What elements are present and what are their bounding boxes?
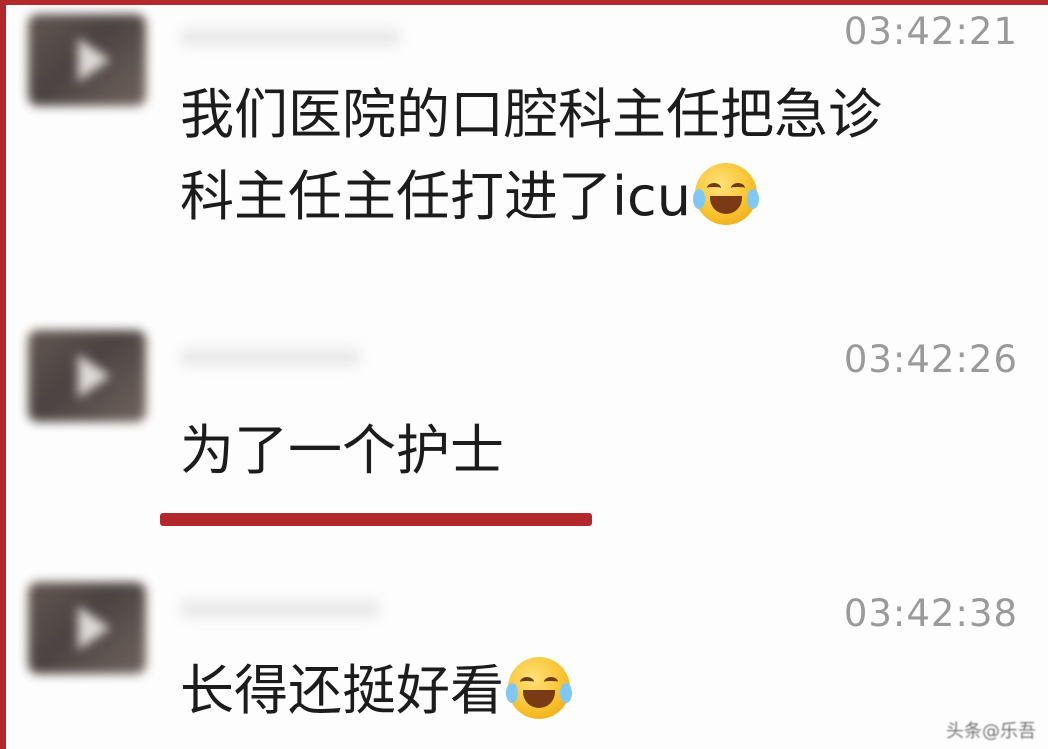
avatar[interactable] xyxy=(28,582,146,674)
avatar[interactable] xyxy=(28,14,146,106)
message-line: 长得还挺好看 xyxy=(180,659,504,722)
message-line: 我们医院的口腔科主任把急诊 xyxy=(180,83,882,146)
message-text[interactable]: 为了一个护士 xyxy=(180,410,504,492)
face-with-tears-of-joy-icon xyxy=(506,657,572,719)
message-timestamp: 03:42:21 xyxy=(843,10,1018,53)
watermark: 头条@乐吾 xyxy=(946,721,1036,742)
sender-name-blurred xyxy=(180,28,400,46)
sender-name-blurred xyxy=(180,600,380,618)
message-line: 科主任主任打进了icu xyxy=(180,165,691,228)
message-timestamp: 03:42:38 xyxy=(843,592,1018,635)
highlight-underline xyxy=(160,513,592,526)
face-with-tears-of-joy-icon xyxy=(692,163,759,225)
sender-name-blurred xyxy=(180,348,360,366)
message-timestamp: 03:42:26 xyxy=(843,338,1018,381)
message-text[interactable]: 我们医院的口腔科主任把急诊 科主任主任打进了icu xyxy=(180,74,882,238)
message-text[interactable]: 长得还挺好看 xyxy=(180,650,572,732)
avatar[interactable] xyxy=(28,330,146,422)
message-line-with-emoji: 科主任主任打进了icu xyxy=(180,156,882,238)
message-line-with-emoji: 长得还挺好看 xyxy=(180,650,572,732)
message-line: 为了一个护士 xyxy=(180,419,504,482)
